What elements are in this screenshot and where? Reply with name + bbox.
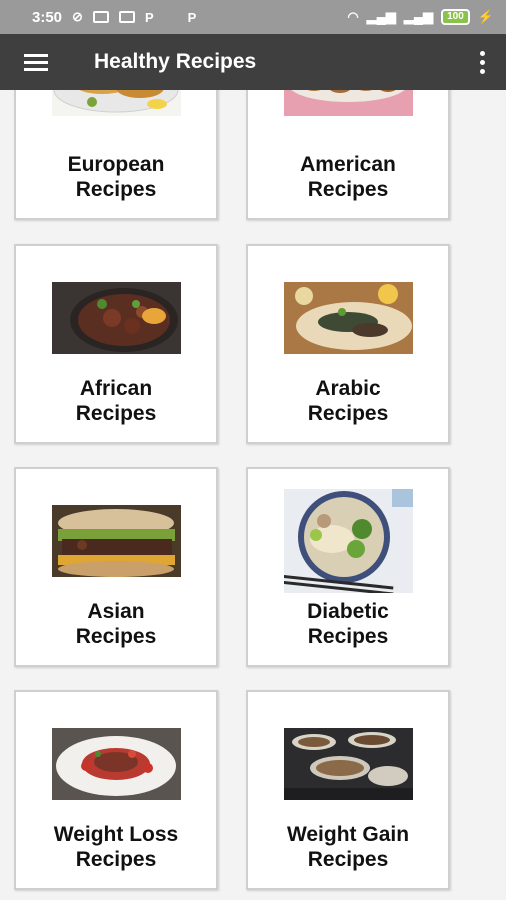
card-weight-gain-recipes[interactable]: Weight Gain Recipes xyxy=(246,690,450,890)
american-food-image xyxy=(284,90,413,116)
charging-icon: ⚡ xyxy=(477,9,494,24)
european-food-image xyxy=(52,90,181,116)
recipe-grid: European Recipes American Recipes Africa… xyxy=(0,90,506,900)
app-bar: Healthy Recipes xyxy=(0,34,506,90)
battery-icon: 100 xyxy=(441,9,470,25)
card-asian-recipes[interactable]: Asian Recipes xyxy=(14,467,218,667)
card-european-recipes[interactable]: European Recipes xyxy=(14,90,218,220)
card-label: Weight Gain Recipes xyxy=(286,823,410,871)
card-label: Weight Loss Recipes xyxy=(53,823,179,871)
card-label: American Recipes xyxy=(300,153,396,201)
card-label: Diabetic Recipes xyxy=(307,600,389,648)
more-vert-icon xyxy=(479,50,485,56)
card-american-recipes[interactable]: American Recipes xyxy=(246,90,450,220)
menu-button[interactable] xyxy=(0,34,70,90)
overflow-menu-button[interactable] xyxy=(458,34,506,90)
card-diabetic-recipes[interactable]: Diabetic Recipes xyxy=(246,467,450,667)
camera-icon xyxy=(92,11,109,23)
status-left: 3:50 ⊘ P P xyxy=(32,9,196,26)
silent-icon: ⊘ xyxy=(72,9,83,24)
asian-food-image xyxy=(52,505,181,577)
app-title: Healthy Recipes xyxy=(94,50,257,73)
hamburger-icon xyxy=(24,53,48,57)
status-time: 3:50 xyxy=(32,8,63,26)
status-bar: 3:50 ⊘ P P ◠ ▂▄▆ ▂▄▆ 100 ⚡ xyxy=(0,0,506,34)
arabic-food-image xyxy=(284,282,413,354)
signal-icon: ▂▄▆ xyxy=(366,9,396,24)
card-label: Arabic Recipes xyxy=(307,377,389,425)
p-icon: P xyxy=(144,9,154,25)
card-label: Asian Recipes xyxy=(75,600,157,648)
signal-icon: ▂▄▆ xyxy=(403,9,434,24)
card-label: African Recipes xyxy=(75,377,157,425)
card-arabic-recipes[interactable]: Arabic Recipes xyxy=(246,244,450,444)
african-food-image xyxy=(52,282,181,354)
weight-gain-food-image xyxy=(284,728,413,800)
p-icon: P xyxy=(187,9,197,25)
card-label: European Recipes xyxy=(67,153,165,201)
card-weight-loss-recipes[interactable]: Weight Loss Recipes xyxy=(14,690,218,890)
weight-loss-food-image xyxy=(52,728,181,800)
keyboard-icon xyxy=(118,11,135,23)
wifi-icon: ◠ xyxy=(347,9,359,24)
diabetic-food-image xyxy=(284,489,413,593)
card-african-recipes[interactable]: African Recipes xyxy=(14,244,218,444)
status-right: ◠ ▂▄▆ ▂▄▆ 100 ⚡ xyxy=(347,9,494,25)
